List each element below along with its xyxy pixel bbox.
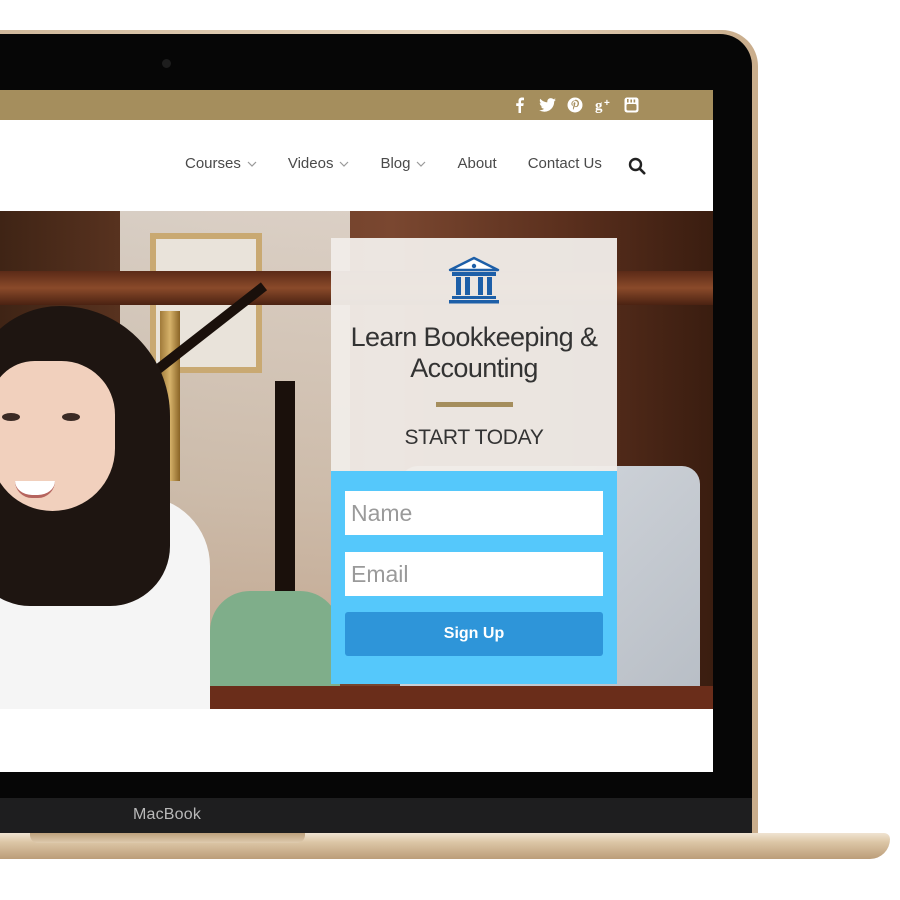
google-plus-icon[interactable]: g + xyxy=(593,96,613,114)
signup-title-line: Accounting xyxy=(410,353,538,383)
eye xyxy=(2,413,20,421)
nav-item-blog[interactable]: Blog xyxy=(380,155,426,172)
sign-up-button[interactable]: Sign Up xyxy=(345,612,603,656)
chevron-down-icon xyxy=(340,161,349,167)
search-icon[interactable] xyxy=(628,157,646,175)
eye xyxy=(62,413,80,421)
device-label: MacBook xyxy=(132,806,202,823)
chevron-down-icon xyxy=(247,161,257,167)
pinterest-icon[interactable] xyxy=(565,96,585,114)
nav-item-courses[interactable]: Courses xyxy=(185,155,257,172)
chevron-down-icon xyxy=(417,161,426,167)
signup-header: Learn Bookkeeping & Accounting START TOD… xyxy=(331,238,617,471)
signup-subtitle: START TODAY xyxy=(404,426,544,449)
camera-dot xyxy=(162,59,171,68)
email-field[interactable] xyxy=(345,552,603,596)
name-field[interactable] xyxy=(345,491,603,535)
svg-text:g: g xyxy=(595,98,603,113)
facebook-icon[interactable] xyxy=(509,96,529,114)
nav-item-label: Courses xyxy=(185,155,241,172)
nav-item-label: About xyxy=(457,155,497,172)
website-screen: g + Courses Videos Blog About Contact Us… xyxy=(0,90,713,772)
laptop-hinge-notch xyxy=(30,833,305,843)
nav-item-about[interactable]: About xyxy=(457,155,496,172)
signup-title: Learn Bookkeeping & Accounting xyxy=(331,322,617,384)
youtube-icon[interactable] xyxy=(621,96,641,114)
nav-menu: Courses Videos Blog About Contact Us xyxy=(185,155,633,172)
face xyxy=(0,361,115,511)
main-nav: Courses Videos Blog About Contact Us xyxy=(0,120,713,211)
signup-form: Sign Up xyxy=(331,471,617,684)
svg-text:+: + xyxy=(604,98,610,109)
green-armchair xyxy=(210,591,340,701)
nav-item-contact-us[interactable]: Contact Us xyxy=(528,155,602,172)
top-bar: g + xyxy=(0,90,713,120)
nav-item-label: Videos xyxy=(287,155,334,172)
nav-item-label: Blog xyxy=(380,155,411,172)
smile xyxy=(15,481,55,498)
signup-card: Learn Bookkeeping & Accounting START TOD… xyxy=(331,238,617,684)
nav-item-videos[interactable]: Videos xyxy=(288,155,350,172)
bank-building-icon xyxy=(448,256,500,304)
social-icons: g + xyxy=(509,96,641,114)
twitter-icon[interactable] xyxy=(537,96,557,114)
title-divider xyxy=(436,402,513,407)
nav-item-label: Contact Us xyxy=(527,155,602,172)
signup-title-line: Learn Bookkeeping & xyxy=(350,322,598,352)
